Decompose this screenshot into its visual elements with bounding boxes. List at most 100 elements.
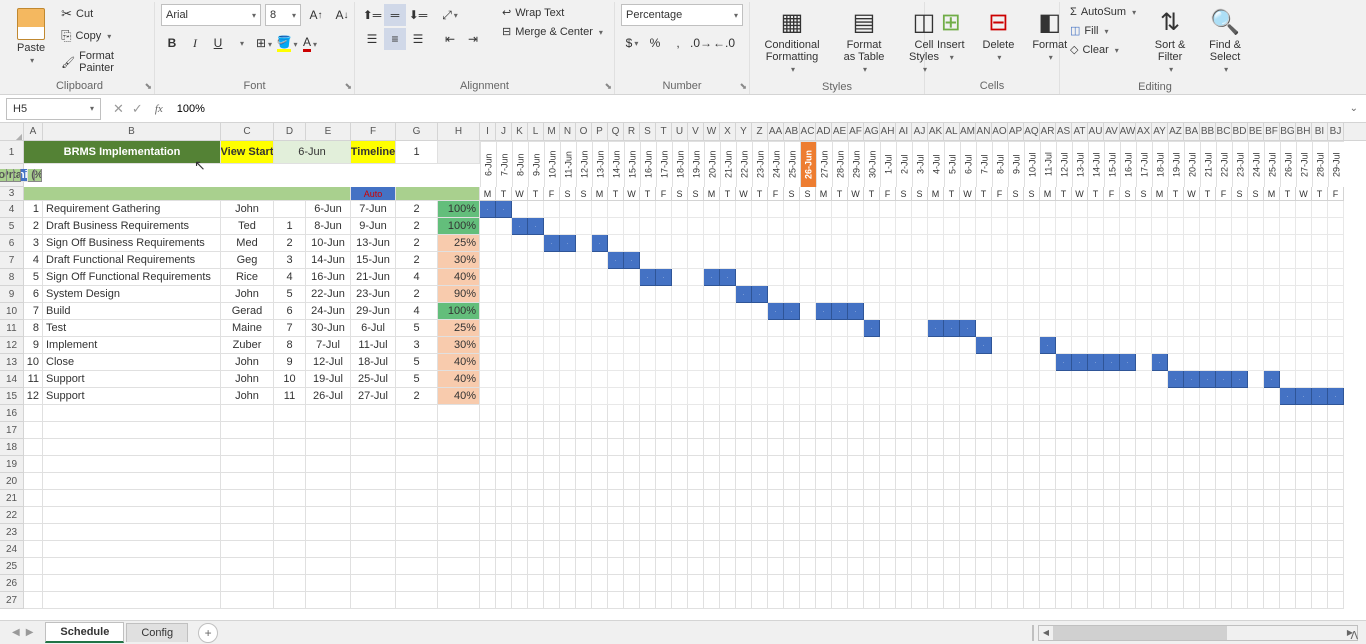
- gantt-4-11[interactable]: [656, 252, 672, 269]
- day-31[interactable]: T: [976, 187, 992, 201]
- alignment-dialog-launcher[interactable]: ⬊: [604, 81, 612, 92]
- task-eff-8[interactable]: 5: [396, 320, 438, 337]
- cell-23[interactable]: [306, 524, 351, 541]
- delete-button[interactable]: ⊟Delete: [977, 4, 1021, 67]
- gantt-2-42[interactable]: [1152, 218, 1168, 235]
- gantt-4-26[interactable]: [896, 252, 912, 269]
- task-res-7[interactable]: Gerad: [221, 303, 274, 320]
- gantt-5-40[interactable]: [1120, 269, 1136, 286]
- gantt-3-6[interactable]: [576, 235, 592, 252]
- gantt-8-4[interactable]: [544, 320, 560, 337]
- task-name-7[interactable]: Build: [43, 303, 221, 320]
- date-29-Jun[interactable]: 29-Jun: [848, 141, 864, 187]
- task-name-12[interactable]: Support: [43, 388, 221, 405]
- gantt-5-28[interactable]: [928, 269, 944, 286]
- col-head-AL[interactable]: AL: [944, 123, 960, 140]
- gantt-2-1[interactable]: [496, 218, 512, 235]
- gantt-2-29[interactable]: [944, 218, 960, 235]
- gantt-2-47[interactable]: [1232, 218, 1248, 235]
- gantt-6-49[interactable]: [1264, 286, 1280, 303]
- row-head-26[interactable]: 26: [0, 575, 24, 592]
- gantt-2-44[interactable]: [1184, 218, 1200, 235]
- gantt-10-19[interactable]: [784, 354, 800, 371]
- gantt-6-13[interactable]: [688, 286, 704, 303]
- gantt-12-41[interactable]: [1136, 388, 1152, 405]
- gantt-4-9[interactable]: [624, 252, 640, 269]
- cell-22[interactable]: [306, 507, 351, 524]
- gantt-2-43[interactable]: [1168, 218, 1184, 235]
- gantt-7-30[interactable]: [960, 303, 976, 320]
- gantt-2-24[interactable]: [864, 218, 880, 235]
- gantt-5-11[interactable]: [656, 269, 672, 286]
- day-49[interactable]: M: [1264, 187, 1280, 201]
- gantt-7-8[interactable]: [608, 303, 624, 320]
- gantt-11-2[interactable]: [512, 371, 528, 388]
- gantt-9-12[interactable]: [672, 337, 688, 354]
- task-num-8[interactable]: 8: [24, 320, 43, 337]
- row-head-14[interactable]: 14: [0, 371, 24, 388]
- col-head-I[interactable]: I: [480, 123, 496, 140]
- cell-24[interactable]: [24, 541, 43, 558]
- gantt-11-53[interactable]: [1328, 371, 1344, 388]
- gantt-4-1[interactable]: [496, 252, 512, 269]
- gantt-9-33[interactable]: [1008, 337, 1024, 354]
- gantt-10-46[interactable]: [1216, 354, 1232, 371]
- gantt-10-38[interactable]: [1088, 354, 1104, 371]
- col-head-X[interactable]: X: [720, 123, 736, 140]
- date-27-Jul[interactable]: 27-Jul: [1296, 141, 1312, 187]
- gantt-1-0[interactable]: [480, 201, 496, 218]
- gantt-4-32[interactable]: [992, 252, 1008, 269]
- cell-timeline-val[interactable]: 1: [396, 141, 438, 164]
- gantt-11-50[interactable]: [1280, 371, 1296, 388]
- gantt-2-26[interactable]: [896, 218, 912, 235]
- gantt-10-45[interactable]: [1200, 354, 1216, 371]
- day-14[interactable]: M: [704, 187, 720, 201]
- task-finish-9[interactable]: 11-Jul: [351, 337, 396, 354]
- date-4-Jul[interactable]: 4-Jul: [928, 141, 944, 187]
- gantt-8-8[interactable]: [608, 320, 624, 337]
- col-head-AP[interactable]: AP: [1008, 123, 1024, 140]
- col-head-AB[interactable]: AB: [784, 123, 800, 140]
- row-head-25[interactable]: 25: [0, 558, 24, 575]
- day-24[interactable]: T: [864, 187, 880, 201]
- gantt-4-48[interactable]: [1248, 252, 1264, 269]
- task-eff-3[interactable]: 2: [396, 235, 438, 252]
- date-29-Jul[interactable]: 29-Jul: [1328, 141, 1344, 187]
- cell-19[interactable]: [351, 456, 396, 473]
- date-22-Jul[interactable]: 22-Jul: [1216, 141, 1232, 187]
- gantt-8-7[interactable]: [592, 320, 608, 337]
- gantt-4-10[interactable]: [640, 252, 656, 269]
- currency-button[interactable]: $: [621, 32, 643, 54]
- gantt-9-31[interactable]: [976, 337, 992, 354]
- gantt-11-51[interactable]: [1296, 371, 1312, 388]
- gantt-11-20[interactable]: [800, 371, 816, 388]
- gantt-5-38[interactable]: [1088, 269, 1104, 286]
- day-15[interactable]: T: [720, 187, 736, 201]
- gantt-7-41[interactable]: [1136, 303, 1152, 320]
- gantt-7-0[interactable]: [480, 303, 496, 320]
- gantt-7-50[interactable]: [1280, 303, 1296, 320]
- gantt-8-31[interactable]: [976, 320, 992, 337]
- gantt-11-40[interactable]: [1120, 371, 1136, 388]
- gantt-6-14[interactable]: [704, 286, 720, 303]
- gantt-8-35[interactable]: [1040, 320, 1056, 337]
- gantt-11-27[interactable]: [912, 371, 928, 388]
- task-start-11[interactable]: 19-Jul: [306, 371, 351, 388]
- align-right-button[interactable]: ☰: [407, 28, 429, 50]
- gantt-3-5[interactable]: [560, 235, 576, 252]
- gantt-12-25[interactable]: [880, 388, 896, 405]
- gantt-4-20[interactable]: [800, 252, 816, 269]
- gantt-8-11[interactable]: [656, 320, 672, 337]
- gantt-7-2[interactable]: [512, 303, 528, 320]
- gantt-7-32[interactable]: [992, 303, 1008, 320]
- gantt-6-46[interactable]: [1216, 286, 1232, 303]
- gantt-9-46[interactable]: [1216, 337, 1232, 354]
- gantt-10-13[interactable]: [688, 354, 704, 371]
- gantt-12-26[interactable]: [896, 388, 912, 405]
- cell-24[interactable]: [306, 541, 351, 558]
- gantt-3-8[interactable]: [608, 235, 624, 252]
- col-head-BB[interactable]: BB: [1200, 123, 1216, 140]
- gantt-7-34[interactable]: [1024, 303, 1040, 320]
- task-res-2[interactable]: Ted: [221, 218, 274, 235]
- paste-button[interactable]: Paste: [11, 4, 51, 70]
